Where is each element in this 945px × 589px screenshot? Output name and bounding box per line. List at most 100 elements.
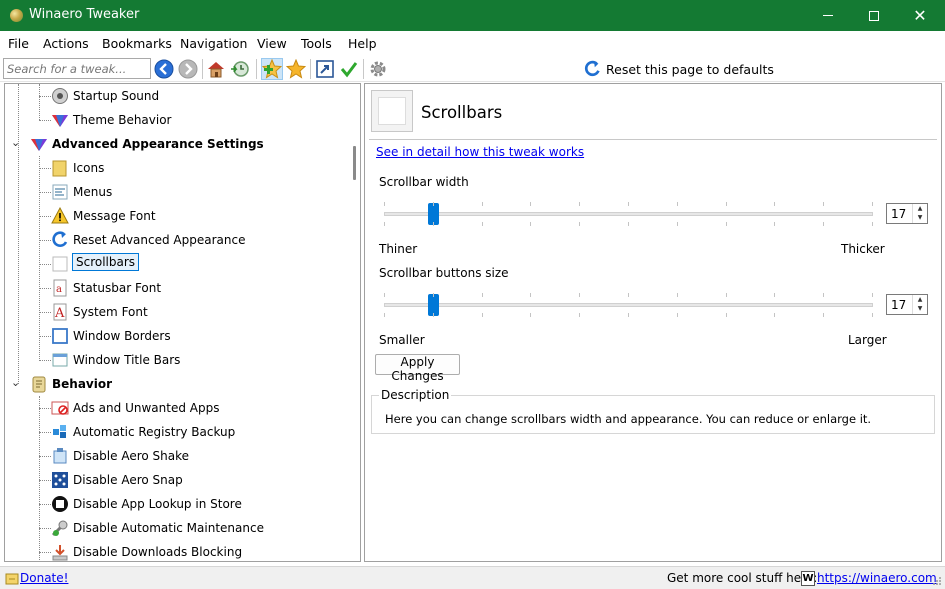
tree-scrollbar[interactable] [348,84,360,561]
tree-item-startup-sound[interactable]: Startup Sound [5,84,345,108]
scrollbar-width-spinner[interactable]: 17 ▲ ▼ [886,203,928,224]
close-button[interactable]: ✕ [897,0,943,31]
tweak-page: Scrollbars See in detail how this tweak … [364,83,942,562]
window-border-icon [51,327,69,345]
slider-tick [677,202,678,206]
donate-link[interactable]: Donate! [20,571,68,585]
tree-category-label: Advanced Appearance Settings [52,137,264,151]
tree-line [39,264,51,265]
spin-up-icon[interactable]: ▲ [913,204,927,213]
slider-tick [872,313,873,317]
back-button[interactable] [153,58,175,80]
maximize-button[interactable] [851,0,897,31]
tweak-tree[interactable]: Startup Sound Theme Behavior ⌄ Advanced … [4,83,361,562]
slider-tick [823,313,824,317]
settings-gear-icon [370,61,386,77]
menu-navigation[interactable]: Navigation [180,36,247,51]
scrollbar-width-slider[interactable] [384,199,873,229]
menu-tools[interactable]: Tools [301,36,332,51]
tree-item-scrollbars[interactable]: Scrollbars [5,252,345,276]
tree-item-ads-unwanted-apps[interactable]: Ads and Unwanted Apps [5,396,345,420]
tree-item-disable-aero-shake[interactable]: Disable Aero Shake [5,444,345,468]
tree-line [39,480,51,481]
tree-item-label: Disable Downloads Blocking [73,545,243,559]
spin-up-icon[interactable]: ▲ [913,295,927,304]
forward-button[interactable] [177,58,199,80]
tree-line [39,528,51,529]
tree-item-statusbar-font[interactable]: a Statusbar Font [5,276,345,300]
tree-line [39,168,51,169]
history-button[interactable] [229,58,251,80]
tree-item-disable-app-lookup[interactable]: Disable App Lookup in Store [5,492,345,516]
tree-item-disable-automatic-maintenance[interactable]: Disable Automatic Maintenance [5,516,345,540]
slider-tick [823,293,824,297]
slider-tick [433,293,434,297]
get-more-text: Get more cool stuff here: [667,571,818,585]
home-button[interactable] [205,58,227,80]
tree-line [39,216,51,217]
tree-line [39,192,51,193]
tree-item-label: Automatic Registry Backup [73,425,236,439]
slider-tick [726,293,727,297]
tree-category-advanced-appearance[interactable]: ⌄ Advanced Appearance Settings [5,132,345,156]
resize-grip-icon[interactable] [932,576,942,586]
menu-file[interactable]: File [8,36,29,51]
menu-help[interactable]: Help [348,36,377,51]
settings-button[interactable] [367,58,389,80]
apply-changes-button[interactable]: Apply Changes [375,354,460,383]
tree-item-label: Icons [73,161,105,175]
tree-item-reset-advanced-appearance[interactable]: Reset Advanced Appearance [5,228,345,252]
menu-actions[interactable]: Actions [43,36,89,51]
tree-item-label: Disable App Lookup in Store [73,497,242,511]
tree-category-behavior[interactable]: ⌄ Behavior [5,372,345,396]
donate-icon [5,573,19,585]
tree-item-menus[interactable]: Menus [5,180,345,204]
apply-button[interactable] [338,58,360,80]
reset-page-button[interactable]: Reset this page to defaults [584,58,774,80]
toolbar-separator [363,59,364,79]
tree-item-label: Disable Aero Snap [73,473,183,487]
bookmarks-button[interactable] [285,58,307,80]
scrollbar-icon [51,255,69,273]
title-bar: Winaero Tweaker ✕ [0,0,945,31]
search-input[interactable] [3,58,151,79]
slider-tick [384,222,385,226]
tree-item-disable-downloads-blocking[interactable]: Disable Downloads Blocking [5,540,345,561]
shake-icon [51,447,69,465]
shortcut-button[interactable] [314,58,336,80]
minimize-button[interactable] [805,0,851,31]
spin-down-icon[interactable]: ▼ [913,213,927,222]
tree-scrollbar-thumb[interactable] [353,146,356,180]
website-link[interactable]: https://winaero.com [817,571,937,585]
tree-item-system-font[interactable]: A System Font [5,300,345,324]
slider-tick [628,202,629,206]
tree-item-icons[interactable]: Icons [5,156,345,180]
detail-link[interactable]: See in detail how this tweak works [376,145,584,159]
slider-tick [774,313,775,317]
slider-tick [823,222,824,226]
tree-item-label: Menus [73,185,113,199]
add-bookmark-button[interactable] [261,58,283,80]
tree-item-automatic-registry-backup[interactable]: Automatic Registry Backup [5,420,345,444]
menu-view[interactable]: View [257,36,287,51]
shortcut-icon [316,60,334,78]
tree-item-label: Startup Sound [73,89,160,103]
spinner-value[interactable]: 17 [891,298,906,312]
warning-icon [51,207,69,225]
spinner-value[interactable]: 17 [891,207,906,221]
chevron-down-icon[interactable]: ⌄ [11,136,20,149]
scrollbar-buttons-spinner[interactable]: 17 ▲ ▼ [886,294,928,315]
tree-item-message-font[interactable]: Message Font [5,204,345,228]
speaker-icon [51,87,69,105]
tree-item-window-borders[interactable]: Window Borders [5,324,345,348]
chevron-down-icon[interactable]: ⌄ [11,376,20,389]
tree-item-window-title-bars[interactable]: Window Title Bars [5,348,345,372]
tree-item-disable-aero-snap[interactable]: Disable Aero Snap [5,468,345,492]
slider-track [384,303,873,307]
slider-tick [677,293,678,297]
menu-bookmarks[interactable]: Bookmarks [102,36,172,51]
tree-item-theme-behavior[interactable]: Theme Behavior [5,108,345,132]
status-bar: Donate! Get more cool stuff here: W http… [0,566,945,589]
scrollbar-buttons-slider[interactable] [384,290,873,320]
spin-down-icon[interactable]: ▼ [913,304,927,313]
